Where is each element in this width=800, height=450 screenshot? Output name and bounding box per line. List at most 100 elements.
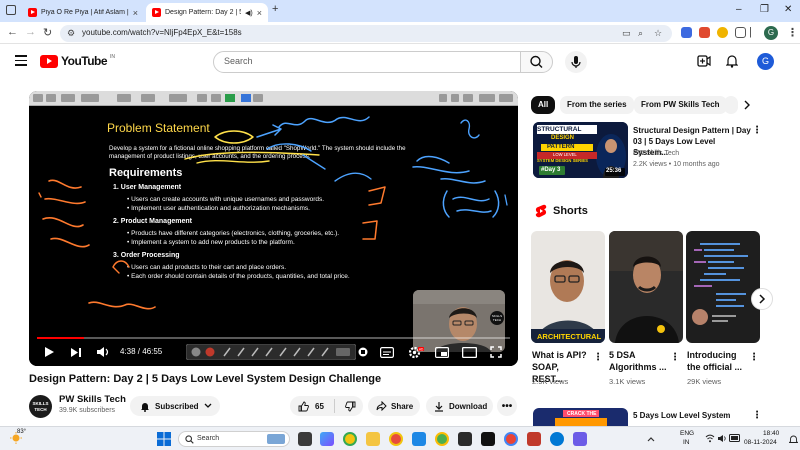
voice-search-button[interactable]	[565, 51, 587, 73]
site-info-icon[interactable]: ⚙	[67, 28, 75, 39]
recommended-video-channel[interactable]: PW Skills Tech	[633, 150, 679, 157]
theater-mode-icon[interactable]	[462, 347, 477, 358]
back-icon[interactable]: ←	[7, 26, 18, 38]
close-tab-icon[interactable]: ×	[257, 8, 262, 18]
short-thumbnail[interactable]: ARCHITECTURAL	[531, 231, 605, 343]
more-vertical-icon[interactable]: ⋮	[670, 352, 680, 363]
chip-from-the-series[interactable]: From the series	[560, 96, 634, 114]
miniplayer-icon[interactable]	[435, 347, 449, 358]
pen-tool-stop-icon[interactable]	[358, 347, 368, 357]
short-title[interactable]: Introducing the official ...	[687, 349, 747, 373]
more-vertical-icon[interactable]: ⋮	[752, 125, 762, 136]
chrome-icon[interactable]	[504, 432, 518, 446]
chevron-right-icon[interactable]	[743, 100, 751, 110]
create-video-icon[interactable]	[697, 55, 711, 67]
notification-center-icon[interactable]	[789, 435, 798, 444]
extensions-puzzle-icon[interactable]	[735, 27, 746, 38]
taskbar-search-box[interactable]: Search	[178, 431, 290, 447]
chrome-icon[interactable]	[343, 432, 357, 446]
youtube-favicon-icon	[152, 8, 161, 17]
close-window-icon[interactable]: ✕	[784, 4, 792, 15]
tab-design-pattern[interactable]: Design Pattern: Day 2 | 5 D ◀) ×	[146, 3, 268, 22]
extension-icon[interactable]	[717, 27, 728, 38]
more-vertical-icon[interactable]: ⋮	[752, 410, 762, 421]
next-video-icon[interactable]	[70, 347, 82, 358]
windows-start-icon[interactable]	[157, 432, 171, 446]
new-tab-button[interactable]: +	[272, 3, 278, 15]
chip-from-channel[interactable]: From PW Skills Tech	[634, 96, 727, 114]
language-indicator[interactable]: ENG	[680, 430, 694, 437]
clock-date[interactable]: 08-11-2024	[744, 439, 777, 446]
file-explorer-icon[interactable]	[366, 432, 380, 446]
vscode-icon[interactable]	[412, 432, 426, 446]
chrome-icon[interactable]	[435, 432, 449, 446]
chip-more[interactable]	[724, 96, 738, 114]
share-button[interactable]: Share	[368, 396, 420, 416]
speaker-icon[interactable]: ◀)	[245, 9, 253, 17]
browser-profile-avatar[interactable]: G	[764, 26, 778, 40]
more-vertical-icon[interactable]: ⋮	[593, 352, 603, 363]
dislike-thumbs-down-icon[interactable]	[345, 401, 356, 412]
notifications-bell-icon[interactable]	[726, 54, 738, 68]
next-video-thumbnail[interactable]: CRACK THE	[533, 408, 628, 426]
battery-icon[interactable]	[729, 434, 741, 442]
short-thumbnail[interactable]	[686, 231, 760, 343]
search-button[interactable]	[520, 51, 553, 73]
extension-icon[interactable]	[699, 27, 710, 38]
region-indicator[interactable]: IN	[683, 439, 690, 446]
chrome-icon[interactable]	[389, 432, 403, 446]
tab-search-icon[interactable]	[6, 5, 16, 15]
like-count[interactable]: 65	[315, 402, 324, 411]
minimize-icon[interactable]: –	[736, 4, 742, 15]
short-thumbnail[interactable]	[609, 231, 683, 343]
edge-icon[interactable]	[550, 432, 564, 446]
tab-piya-o-re-piya[interactable]: Piya O Re Piya | Atif Aslam | Sh ×	[22, 3, 144, 22]
more-vertical-icon[interactable]: ⋮	[749, 352, 759, 363]
bookmark-star-icon[interactable]: ☆	[654, 28, 662, 39]
copilot-icon[interactable]	[320, 432, 334, 446]
speaker-icon[interactable]	[717, 434, 727, 443]
volume-icon[interactable]	[96, 346, 110, 358]
recommended-video-thumbnail[interactable]: STRUCTURAL DESIGN PATTERN LOW LEVEL SYST…	[533, 122, 628, 178]
cast-icon[interactable]: ▭	[622, 28, 631, 39]
youtube-logo[interactable]: YouTube IN	[40, 54, 115, 68]
shorts-next-button[interactable]	[751, 288, 773, 310]
app-icon[interactable]	[481, 432, 495, 446]
browser-menu-icon[interactable]: ⋮	[787, 26, 798, 39]
play-icon[interactable]	[43, 346, 55, 358]
like-thumbs-up-icon[interactable]	[298, 401, 309, 412]
search-box[interactable]	[213, 51, 521, 73]
fullscreen-icon[interactable]	[490, 346, 502, 358]
video-player[interactable]: Problem Statement Develop a system for a…	[29, 91, 518, 366]
subscribed-button[interactable]: Subscribed	[130, 396, 220, 416]
chevron-up-icon[interactable]	[647, 436, 655, 442]
address-bar[interactable]: ⚙ youtube.com/watch?v=NljFp4EpX_E&t=158s…	[60, 25, 672, 42]
extension-icon[interactable]	[681, 27, 692, 38]
video-progress-bar[interactable]	[37, 337, 510, 339]
maximize-icon[interactable]: ❐	[760, 4, 769, 15]
search-input[interactable]	[224, 56, 514, 66]
next-video-title[interactable]: 5 Days Low Level System	[633, 411, 730, 420]
more-actions-button[interactable]: •••	[497, 396, 517, 416]
zoom-icon[interactable]: ⌕	[638, 28, 643, 39]
weather-temp[interactable]: 83°	[17, 429, 26, 435]
wifi-icon[interactable]	[705, 434, 715, 443]
short-title[interactable]: 5 DSA Algorithms ...	[609, 349, 667, 373]
close-tab-icon[interactable]: ×	[133, 8, 138, 18]
subtitles-icon[interactable]	[380, 347, 394, 358]
terminal-icon[interactable]	[458, 432, 472, 446]
youtube-account-avatar[interactable]: G	[757, 53, 774, 70]
channel-name[interactable]: PW Skills Tech	[59, 394, 126, 405]
reload-icon[interactable]: ↻	[43, 26, 52, 39]
settings-gear-icon[interactable]: HD	[408, 346, 424, 359]
channel-avatar[interactable]: SKILLS TECH	[29, 395, 52, 418]
pen-tools-overlay	[186, 344, 356, 360]
download-button[interactable]: Download	[426, 396, 493, 416]
clock-time[interactable]: 18:40	[763, 430, 779, 437]
forward-icon[interactable]: →	[25, 26, 36, 38]
chip-all[interactable]: All	[531, 96, 556, 114]
hamburger-menu-icon[interactable]	[15, 55, 27, 69]
task-view-icon[interactable]	[298, 432, 312, 446]
app-icon[interactable]	[527, 432, 541, 446]
app-icon[interactable]	[573, 432, 587, 446]
